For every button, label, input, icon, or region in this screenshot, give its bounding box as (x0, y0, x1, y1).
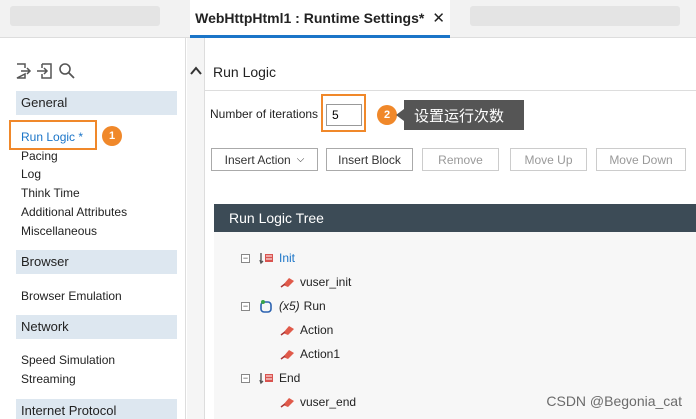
sidebar-item-speed-simulation[interactable]: Speed Simulation (21, 352, 115, 368)
step-badge-1: 1 (102, 126, 122, 146)
sequence-block-icon (259, 373, 273, 385)
import-icon[interactable] (36, 62, 54, 80)
tree-node-run[interactable]: − (x5) Run (241, 298, 326, 314)
sidebar-item-additional-attributes[interactable]: Additional Attributes (21, 204, 127, 220)
sidebar-item-think-time[interactable]: Think Time (21, 185, 80, 201)
section-network[interactable]: Network (16, 315, 177, 339)
tab-bar: WebHttpHtml1 : Runtime Settings* ✕ (0, 0, 696, 38)
page-title: Run Logic (213, 64, 277, 80)
blurred-tab (470, 6, 680, 26)
sidebar-item-browser-emulation[interactable]: Browser Emulation (21, 288, 122, 304)
main-panel: Run Logic Number of iterations 2 设置运行次数 … (205, 38, 696, 419)
chevron-up-icon[interactable] (190, 66, 202, 76)
iterations-label: Number of iterations (210, 107, 319, 121)
remove-button[interactable]: Remove (422, 148, 499, 171)
tree-label-vuser-init: vuser_init (300, 275, 352, 289)
tree-label-init: Init (279, 251, 296, 265)
insert-action-label: Insert Action (224, 152, 291, 167)
collapse-column (187, 38, 205, 419)
sequence-block-icon (259, 253, 273, 265)
blurred-tab (10, 6, 160, 26)
action-icon (280, 398, 294, 408)
action-icon (280, 278, 294, 288)
move-down-button[interactable]: Move Down (596, 148, 686, 171)
sidebar-item-miscellaneous[interactable]: Miscellaneous (21, 223, 97, 239)
insert-action-button[interactable]: Insert Action ⌵ (211, 148, 318, 171)
section-internet-protocol[interactable]: Internet Protocol (16, 399, 177, 419)
tree-node-init[interactable]: − Init (241, 250, 295, 266)
divider (205, 90, 696, 91)
tab-title: WebHttpHtml1 : Runtime Settings* (195, 9, 425, 26)
tree-header: Run Logic Tree (214, 204, 696, 232)
tree-label-action1: Action1 (300, 347, 341, 361)
tree-node-action[interactable]: Action (280, 322, 333, 338)
collapse-icon[interactable]: − (241, 301, 250, 311)
tree-label-action: Action (300, 323, 334, 337)
section-browser[interactable]: Browser (16, 250, 177, 274)
action-icon (280, 350, 294, 360)
tree-node-action1[interactable]: Action1 (280, 346, 340, 362)
sidebar-item-streaming[interactable]: Streaming (21, 371, 76, 387)
tree-node-vuser-end[interactable]: vuser_end (280, 394, 356, 410)
tree-label-end: End (279, 371, 301, 385)
export-icon[interactable] (14, 62, 32, 80)
collapse-icon[interactable]: − (241, 253, 250, 263)
tab-runtime-settings[interactable]: WebHttpHtml1 : Runtime Settings* ✕ (190, 0, 450, 38)
search-icon[interactable] (58, 62, 76, 80)
chevron-down-icon: ⌵ (296, 154, 305, 165)
watermark: CSDN @Begonia_cat (546, 393, 682, 409)
tree-node-vuser-init[interactable]: vuser_init (280, 274, 351, 290)
loop-icon (260, 300, 272, 313)
tree-node-end[interactable]: − End (241, 370, 300, 386)
sidebar-item-pacing[interactable]: Pacing (21, 148, 58, 164)
insert-block-button[interactable]: Insert Block (326, 148, 413, 171)
section-general[interactable]: General (16, 91, 177, 115)
sidebar-item-log[interactable]: Log (21, 166, 41, 182)
run-logic-tree: Run Logic Tree − Init vuser_init − (x5) … (214, 204, 696, 419)
highlight-run-logic (9, 120, 97, 150)
sidebar-toolbar (14, 62, 76, 80)
move-up-button[interactable]: Move Up (510, 148, 587, 171)
collapse-icon[interactable]: − (241, 373, 250, 383)
run-iterations-tag: (x5) (279, 299, 300, 313)
sidebar: General Run Logic * Pacing Log Think Tim… (0, 38, 186, 419)
close-icon[interactable]: ✕ (432, 9, 445, 27)
annotation-tooltip: 设置运行次数 (396, 100, 524, 130)
highlight-iterations (321, 94, 366, 132)
tree-label-vuser-end: vuser_end (300, 395, 357, 409)
tree-label-run: Run (303, 299, 326, 313)
step-badge-2: 2 (377, 105, 397, 125)
action-icon (280, 326, 294, 336)
